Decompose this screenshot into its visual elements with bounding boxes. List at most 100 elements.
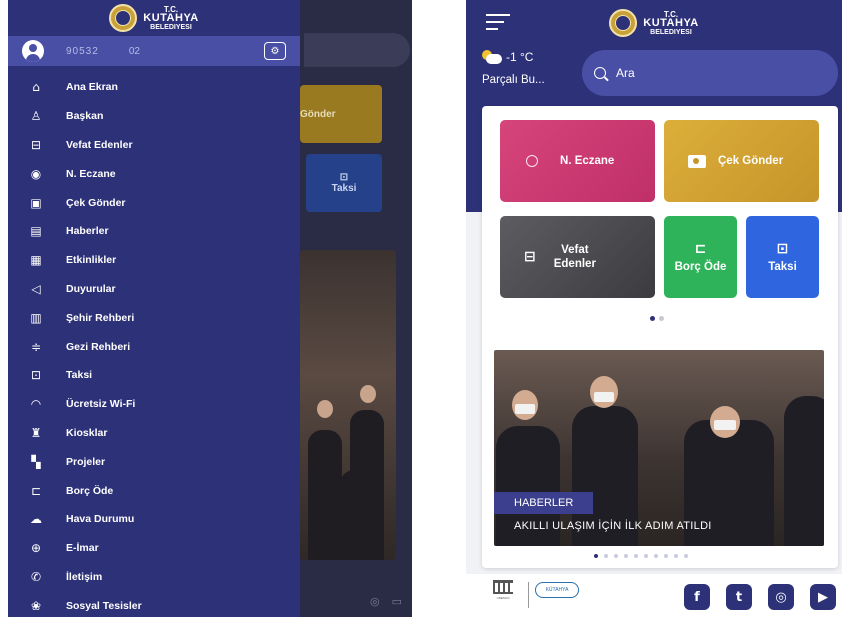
twitter-icon[interactable]: t — [726, 584, 752, 610]
menu-item-ba-kan[interactable]: ♙ Başkan — [8, 102, 300, 131]
search-input[interactable]: Ara — [582, 50, 838, 96]
tile-label-line1: Vefat — [561, 244, 589, 256]
borc-ode-tile[interactable]: ⊏ Borç Öde — [664, 216, 737, 298]
search-placeholder: Ara — [616, 66, 635, 80]
background-search-bar — [304, 33, 410, 67]
unesco-logo: UNESCO — [484, 580, 522, 610]
logo-name: KUTAHYA — [643, 16, 699, 29]
menu-item-taksi[interactable]: ⊡ Taksi — [8, 361, 300, 390]
calendar-icon: ▦ — [30, 253, 42, 268]
tile-label: Taksi — [768, 261, 797, 273]
right-phone-screen: T.C. KUTAHYA BELEDIYESI -1 °C Parçalı Bu… — [466, 0, 842, 617]
menu-item-vefat-edenler[interactable]: ⊟ Vefat Edenler — [8, 131, 300, 160]
background-cek-gonder-tile: Gönder — [300, 85, 382, 143]
logo-sub: BELEDIYESI — [150, 23, 192, 31]
person-head — [360, 385, 376, 403]
pager-dot[interactable] — [684, 554, 688, 558]
weather-icon: ☁ — [30, 512, 42, 527]
menu-item-n-eczane[interactable]: ◉ N. Eczane — [8, 159, 300, 188]
tile-label-line2: Edenler — [553, 258, 596, 270]
user-phone-suffix: 02 — [128, 45, 140, 57]
menu-item-hava-durumu[interactable]: ☁ Hava Durumu — [8, 505, 300, 534]
pager-dot[interactable] — [654, 554, 658, 558]
face-mask — [594, 392, 614, 402]
weather-description: Parçalı Bu... — [482, 74, 545, 86]
instagram-icon[interactable]: ◎ — [768, 584, 794, 610]
taksi-tile[interactable]: ⊡ Taksi — [746, 216, 819, 298]
menu-item-label: N. Eczane — [66, 167, 116, 180]
tile-label: N. Eczane — [560, 155, 615, 167]
logo-sub: BELEDIYESI — [650, 28, 692, 36]
menu-item-haberler[interactable]: ▤ Haberler — [8, 217, 300, 246]
memorial-icon: ⊟ — [524, 249, 536, 265]
menu-item--cretsiz-wi-fi[interactable]: ◠ Ücretsiz Wi-Fi — [8, 390, 300, 419]
taxi-icon: ⊡ — [776, 241, 789, 257]
menu-item-kiosklar[interactable]: ♜ Kiosklar — [8, 419, 300, 448]
menu-item-label: Ana Ekran — [66, 81, 118, 94]
kiosk-icon: ♜ — [30, 425, 42, 440]
user-phone: 90532 — [66, 45, 99, 57]
logo-name: KUTAHYA — [143, 11, 199, 24]
user-profile-row[interactable]: 90532 02 ⚙ — [8, 36, 300, 66]
camera-icon — [688, 154, 706, 168]
city-icon: ▥ — [30, 310, 42, 325]
background-tile-label: Taksi — [331, 183, 357, 194]
person-figure — [784, 396, 824, 546]
vefat-edenler-tile[interactable]: ⊟ Vefat Edenler — [500, 216, 655, 298]
payment-icon: ⊏ — [30, 483, 42, 498]
tile-label: Borç Öde — [674, 261, 727, 273]
partly-cloudy-icon — [482, 50, 502, 64]
eczane-tile[interactable]: N. Eczane — [500, 120, 655, 202]
signpost-icon: ≑ — [30, 339, 42, 354]
pager-dot-active[interactable] — [594, 554, 598, 558]
youtube-icon[interactable]: ▶ — [810, 584, 836, 610]
municipality-logo-text: T.C. KUTAHYA BELEDIYESI — [143, 5, 198, 32]
pager-dot[interactable] — [604, 554, 608, 558]
menu-item--ek-g-nder[interactable]: ▣ Çek Gönder — [8, 188, 300, 217]
menu-item-label: E-İmar — [66, 542, 99, 555]
menu-item-label: Vefat Edenler — [66, 138, 133, 151]
municipality-seal-icon — [609, 9, 638, 37]
pager-dot-active[interactable] — [650, 316, 655, 321]
menu-item-etkinlikler[interactable]: ▦ Etkinlikler — [8, 246, 300, 275]
menu-hamburger-icon[interactable] — [486, 14, 510, 35]
menu-item-e-i-mar[interactable]: ⊕ E-İmar — [8, 534, 300, 563]
menu-item-bor-de[interactable]: ⊏ Borç Öde — [8, 476, 300, 505]
face-mask — [714, 420, 736, 430]
menu-item-duyurular[interactable]: ◁ Duyurular — [8, 275, 300, 304]
menu-item-label: Başkan — [66, 110, 104, 123]
menu-item-ana-ekran[interactable]: ⌂ Ana Ekran — [8, 73, 300, 102]
settings-button[interactable]: ⚙ — [264, 42, 286, 60]
tile-label: Çek Gönder — [718, 155, 784, 167]
menu-item-gezi-rehberi[interactable]: ≑ Gezi Rehberi — [8, 332, 300, 361]
news-carousel[interactable]: HABERLER AKILLI ULAŞIM İÇİN İLK ADIM ATI… — [494, 350, 824, 546]
cek-gonder-tile[interactable]: Çek Gönder — [664, 120, 819, 202]
background-news-photo — [300, 250, 396, 560]
menu-item-label: Ücretsiz Wi-Fi — [66, 398, 136, 411]
menu-item-label: İletişim — [66, 570, 103, 583]
pager-dot[interactable] — [674, 554, 678, 558]
person-figure — [340, 470, 374, 560]
pager-dot[interactable] — [634, 554, 638, 558]
facebook-icon[interactable]: f — [684, 584, 710, 610]
menu-item--ehir-rehberi[interactable]: ▥ Şehir Rehberi — [8, 303, 300, 332]
news-icon: ▤ — [30, 224, 42, 239]
pager-dot[interactable] — [624, 554, 628, 558]
menu-item-label: Sosyal Tesisler — [66, 599, 142, 612]
instagram-icon: ◎ — [369, 595, 380, 608]
gear-icon: ⚙ — [270, 45, 280, 57]
pager-dot[interactable] — [644, 554, 648, 558]
pager-dot[interactable] — [664, 554, 668, 558]
pharmacy-icon — [526, 155, 538, 167]
pager-dot[interactable] — [659, 316, 664, 321]
news-category-badge: HABERLER — [494, 492, 594, 514]
weather-widget[interactable]: -1 °C Parçalı Bu... — [482, 50, 545, 86]
avatar-icon — [22, 40, 44, 62]
left-phone-screen: Gönder ⊡ Taksi ◎ ▭ T.C. KUTAHYA BELEDIYESI… — [8, 0, 412, 617]
menu-item-sosyal-tesisler[interactable]: ❀ Sosyal Tesisler — [8, 591, 300, 617]
menu-item-projeler[interactable]: ▚ Projeler — [8, 447, 300, 476]
menu-item-i-leti-im[interactable]: ✆ İletişim — [8, 563, 300, 592]
news-headline[interactable]: AKILLI ULAŞIM İÇİN İLK ADIM ATILDI — [514, 520, 712, 532]
pager-dot[interactable] — [614, 554, 618, 558]
person-head — [317, 400, 333, 418]
